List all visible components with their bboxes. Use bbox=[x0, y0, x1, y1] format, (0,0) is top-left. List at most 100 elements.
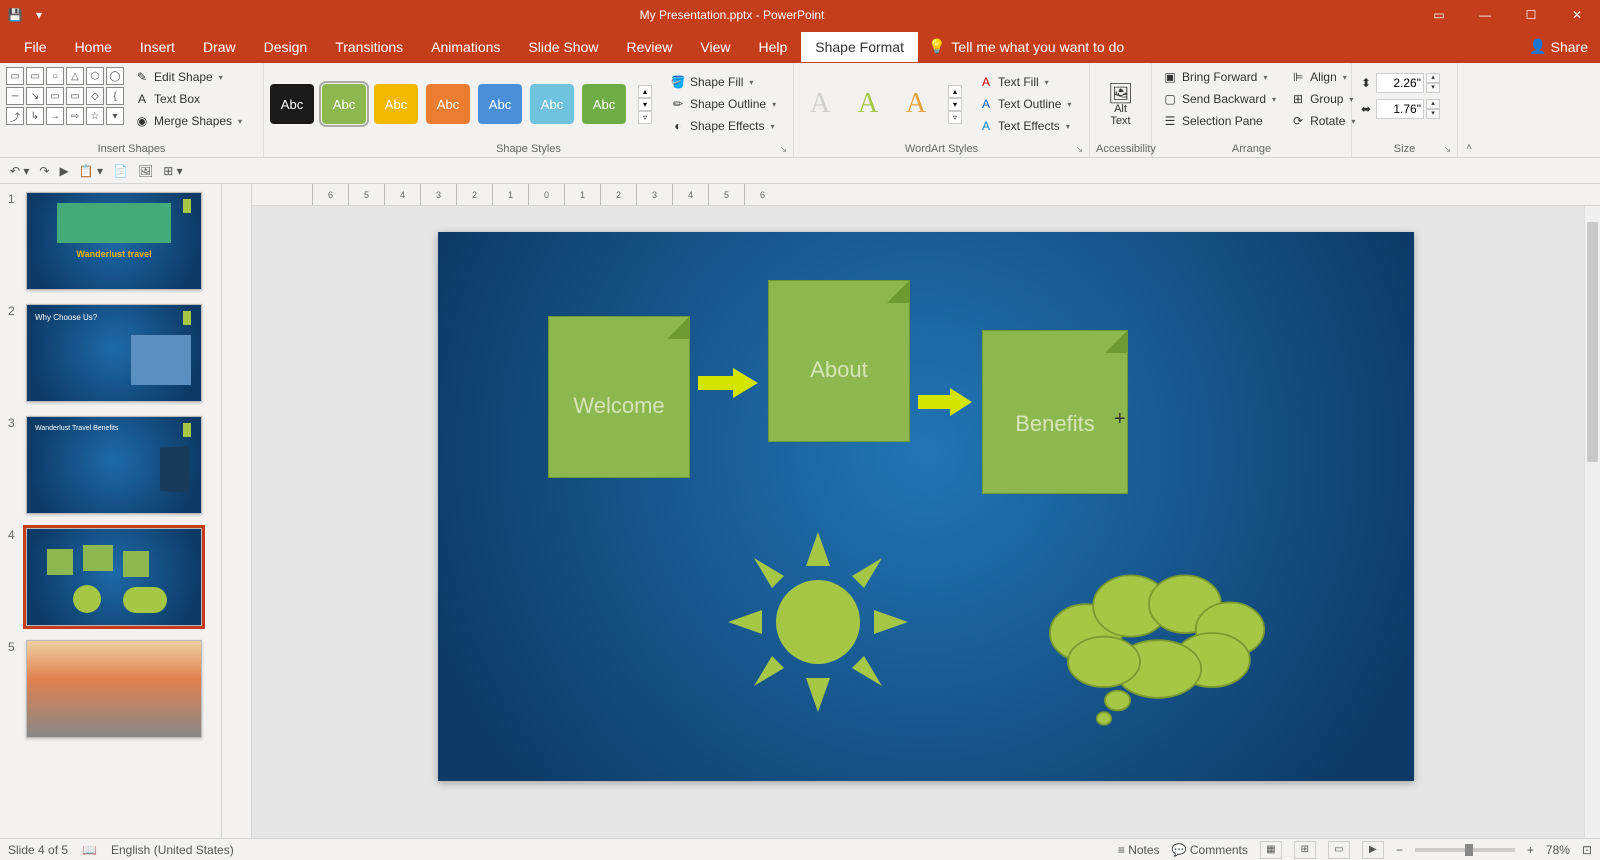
tab-animations[interactable]: Animations bbox=[417, 32, 514, 62]
slide-thumbnails[interactable]: 1Wanderlust travel 2Why Choose Us? 3Wand… bbox=[0, 184, 222, 838]
comments-button[interactable]: 💬 Comments bbox=[1172, 843, 1248, 857]
rotate-button[interactable]: ⟳Rotate▾ bbox=[1286, 111, 1359, 131]
width-up[interactable]: ▴ bbox=[1426, 99, 1440, 109]
style-orange[interactable]: Abc bbox=[426, 84, 470, 124]
minimize-button[interactable]: — bbox=[1462, 0, 1508, 30]
scrollbar-vertical[interactable] bbox=[1584, 206, 1600, 838]
tab-transitions[interactable]: Transitions bbox=[321, 32, 417, 62]
qat-item-7[interactable]: ⊞ ▾ bbox=[163, 164, 182, 178]
arrow-1[interactable] bbox=[698, 368, 758, 398]
tab-help[interactable]: Help bbox=[744, 32, 801, 62]
tab-review[interactable]: Review bbox=[612, 32, 686, 62]
thumb-3[interactable]: Wanderlust Travel Benefits bbox=[26, 416, 202, 514]
wordart-2[interactable]: A bbox=[848, 84, 888, 124]
shape-thought-cloud[interactable] bbox=[1018, 552, 1298, 732]
height-input[interactable] bbox=[1376, 73, 1424, 93]
qat-item-5[interactable]: 📄 bbox=[113, 164, 128, 178]
align-button[interactable]: ⊫Align▾ bbox=[1286, 67, 1359, 87]
tab-home[interactable]: Home bbox=[61, 32, 126, 62]
shape-fill-button[interactable]: 🪣Shape Fill▾ bbox=[666, 72, 780, 92]
zoom-in-button[interactable]: + bbox=[1527, 843, 1534, 857]
thumb-1[interactable]: Wanderlust travel bbox=[26, 192, 202, 290]
shapes-gallery[interactable]: ▭▭○△⬡◯ ─↘▭▭◇{ ⤴↳→⇨☆▾ bbox=[6, 67, 124, 141]
shape-styles-launcher[interactable]: ↘ bbox=[779, 144, 787, 155]
text-box-button[interactable]: AText Box bbox=[130, 89, 246, 109]
zoom-slider[interactable] bbox=[1415, 848, 1515, 852]
shape-about[interactable]: About bbox=[768, 280, 910, 442]
width-field[interactable]: ⬌ ▴▾ bbox=[1358, 99, 1440, 119]
wordart-gallery[interactable]: A A A ▴ ▾ ▿ bbox=[800, 84, 962, 124]
normal-view-button[interactable]: ▦ bbox=[1260, 841, 1282, 859]
qat-dropdown-icon[interactable]: ▾ bbox=[30, 6, 48, 24]
gallery-up-icon[interactable]: ▴ bbox=[638, 85, 652, 98]
reading-view-button[interactable]: ▭ bbox=[1328, 841, 1350, 859]
redo-button[interactable]: ↷ bbox=[39, 164, 49, 178]
wordart-3[interactable]: A bbox=[896, 84, 936, 124]
width-input[interactable] bbox=[1376, 99, 1424, 119]
zoom-out-button[interactable]: − bbox=[1396, 843, 1403, 857]
tab-view[interactable]: View bbox=[686, 32, 744, 62]
arrow-2[interactable] bbox=[918, 388, 972, 416]
edit-shape-button[interactable]: ✎Edit Shape▾ bbox=[130, 67, 246, 87]
wordart-1[interactable]: A bbox=[800, 84, 840, 124]
style-lightblue[interactable]: Abc bbox=[530, 84, 574, 124]
tell-me-search[interactable]: 💡 Tell me what you want to do bbox=[928, 38, 1124, 55]
alt-text-button[interactable]: 🖼 Alt Text bbox=[1096, 67, 1145, 141]
gallery-more-icon[interactable]: ▿ bbox=[638, 111, 652, 124]
tab-slide-show[interactable]: Slide Show bbox=[514, 32, 612, 62]
zoom-level[interactable]: 78% bbox=[1546, 843, 1570, 857]
shape-styles-gallery[interactable]: Abc Abc Abc Abc Abc Abc Abc ▴ ▾ ▿ bbox=[270, 84, 652, 124]
merge-shapes-button[interactable]: ◉Merge Shapes▾ bbox=[130, 111, 246, 131]
sorter-view-button[interactable]: ⊞ bbox=[1294, 841, 1316, 859]
undo-button[interactable]: ↶ ▾ bbox=[10, 164, 29, 178]
ribbon-display-icon[interactable]: ▭ bbox=[1416, 0, 1462, 30]
text-outline-button[interactable]: AText Outline▾ bbox=[974, 94, 1075, 114]
wordart-launcher[interactable]: ↘ bbox=[1075, 144, 1083, 155]
height-field[interactable]: ⬍ ▴▾ bbox=[1358, 73, 1440, 93]
tab-draw[interactable]: Draw bbox=[189, 32, 250, 62]
style-blue[interactable]: Abc bbox=[478, 84, 522, 124]
style-green2[interactable]: Abc bbox=[582, 84, 626, 124]
thumb-4[interactable] bbox=[26, 528, 202, 626]
thumb-5[interactable] bbox=[26, 640, 202, 738]
send-backward-button[interactable]: ▢Send Backward▾ bbox=[1158, 89, 1280, 109]
tab-design[interactable]: Design bbox=[250, 32, 322, 62]
fit-to-window-button[interactable]: ⊡ bbox=[1582, 843, 1592, 857]
style-black[interactable]: Abc bbox=[270, 84, 314, 124]
width-down[interactable]: ▾ bbox=[1426, 109, 1440, 119]
group-button[interactable]: ⊞Group▾ bbox=[1286, 89, 1359, 109]
slide-counter[interactable]: Slide 4 of 5 bbox=[8, 843, 68, 857]
from-beginning-button[interactable]: ▶ bbox=[59, 164, 68, 178]
text-fill-button[interactable]: AText Fill▾ bbox=[974, 72, 1075, 92]
notes-button[interactable]: ≡ Notes bbox=[1118, 843, 1160, 857]
height-down[interactable]: ▾ bbox=[1426, 83, 1440, 93]
maximize-button[interactable]: ☐ bbox=[1508, 0, 1554, 30]
selection-pane-button[interactable]: ☰Selection Pane bbox=[1158, 111, 1280, 131]
thumb-2[interactable]: Why Choose Us? bbox=[26, 304, 202, 402]
qat-item-4[interactable]: 📋 ▾ bbox=[79, 164, 103, 178]
tab-insert[interactable]: Insert bbox=[126, 32, 189, 62]
style-green[interactable]: Abc bbox=[322, 84, 366, 124]
slideshow-view-button[interactable]: ▶ bbox=[1362, 841, 1384, 859]
gallery-down-icon[interactable]: ▾ bbox=[638, 98, 652, 111]
collapse-ribbon-button[interactable]: ˄ bbox=[1458, 63, 1480, 157]
shape-welcome[interactable]: Welcome bbox=[548, 316, 690, 478]
close-button[interactable]: ✕ bbox=[1554, 0, 1600, 30]
autosave-icon[interactable]: 💾 bbox=[6, 6, 24, 24]
bring-forward-button[interactable]: ▣Bring Forward▾ bbox=[1158, 67, 1280, 87]
qat-item-6[interactable]: 🖼 bbox=[138, 164, 153, 178]
tab-shape-format[interactable]: Shape Format bbox=[801, 32, 918, 62]
height-up[interactable]: ▴ bbox=[1426, 73, 1440, 83]
spell-check-icon[interactable]: 📖 bbox=[82, 843, 97, 857]
text-effects-button[interactable]: AText Effects▾ bbox=[974, 116, 1075, 136]
wa-gallery-down-icon[interactable]: ▾ bbox=[948, 98, 962, 111]
tab-file[interactable]: File bbox=[10, 32, 61, 62]
shape-effects-button[interactable]: ◐Shape Effects▾ bbox=[666, 116, 780, 136]
language-status[interactable]: English (United States) bbox=[111, 843, 234, 857]
wa-gallery-more-icon[interactable]: ▿ bbox=[948, 111, 962, 124]
share-button[interactable]: 👤 Share bbox=[1529, 38, 1588, 55]
shape-sun[interactable] bbox=[718, 522, 918, 722]
wa-gallery-up-icon[interactable]: ▴ bbox=[948, 85, 962, 98]
shape-outline-button[interactable]: ✏Shape Outline▾ bbox=[666, 94, 780, 114]
style-yellow[interactable]: Abc bbox=[374, 84, 418, 124]
